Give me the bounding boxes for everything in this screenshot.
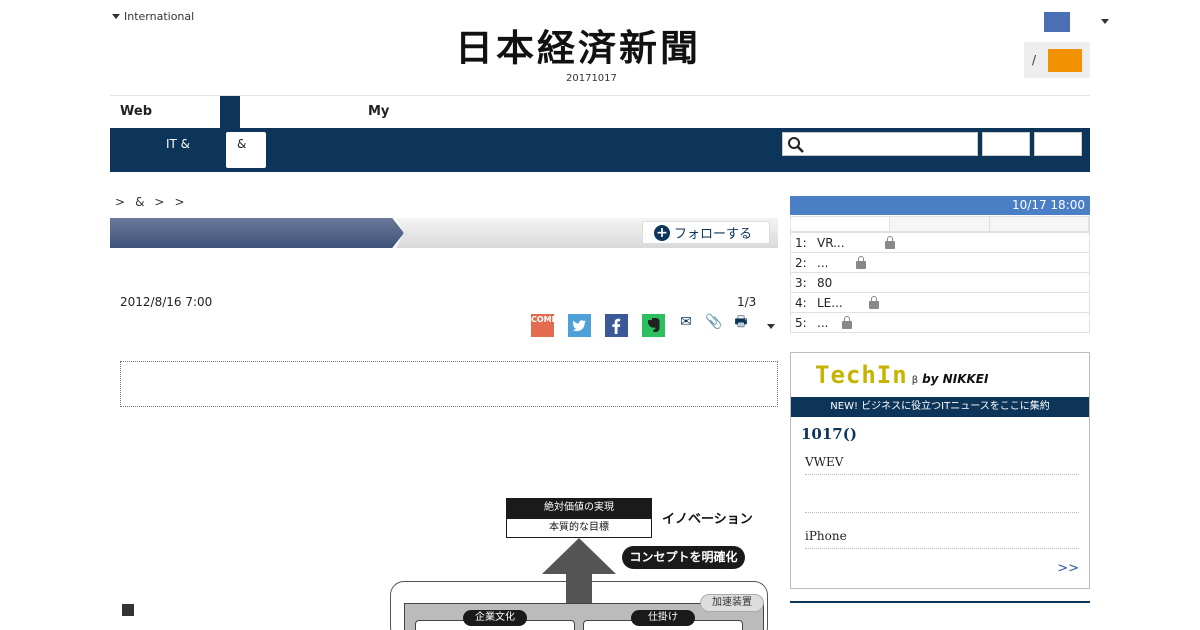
sidebar-divider bbox=[790, 601, 1090, 603]
page-indicator: 1/3 bbox=[737, 295, 757, 309]
techin-by-nikkei: by NIKKEI bbox=[922, 372, 989, 386]
issue-date: 20171017 bbox=[566, 73, 617, 84]
lock-icon bbox=[868, 295, 879, 309]
ranking-title: ... bbox=[817, 315, 829, 330]
ranking-tab-3[interactable] bbox=[989, 217, 1089, 231]
ranking-row[interactable]: 3: 80 bbox=[791, 272, 1089, 292]
breadcrumb-item: > bbox=[174, 195, 185, 209]
facebook-icon bbox=[612, 318, 621, 334]
twitter-icon bbox=[572, 320, 586, 332]
ranking-number: 2: bbox=[795, 255, 807, 270]
figure-concept-pill: コンセプトを明確化 bbox=[622, 546, 745, 569]
ranking-number: 3: bbox=[795, 275, 807, 290]
ranking-row[interactable]: 5: ... bbox=[791, 312, 1089, 332]
advanced-search-button[interactable] bbox=[1034, 132, 1082, 156]
breadcrumb: > & > > bbox=[115, 195, 185, 209]
main-nav: IT & & bbox=[110, 128, 1090, 172]
login-separator: / bbox=[1032, 53, 1037, 67]
ranking-title: 80 bbox=[817, 275, 833, 290]
techin-more-link[interactable]: >> bbox=[1057, 561, 1079, 576]
search-input[interactable] bbox=[807, 135, 973, 153]
figure-arrow-up-icon bbox=[542, 538, 616, 574]
techin-beta: β bbox=[911, 375, 919, 386]
nikkei-logo[interactable]: 日本経済新聞 bbox=[455, 29, 747, 67]
header-divider bbox=[110, 95, 1090, 96]
breadcrumb-item[interactable]: & bbox=[135, 195, 144, 209]
ranking-number: 1: bbox=[795, 235, 807, 250]
ranking-title: LE... bbox=[817, 295, 843, 310]
search-box bbox=[782, 132, 978, 156]
follow-label: フォローする bbox=[674, 227, 753, 242]
ranking-tab-2[interactable] bbox=[890, 217, 990, 231]
breadcrumb-item: > bbox=[115, 195, 126, 209]
tab-selected[interactable] bbox=[220, 96, 240, 128]
lock-icon bbox=[884, 235, 895, 249]
techin-item[interactable]: VWEV bbox=[805, 455, 1079, 475]
techin-wordmark: TechIn bbox=[815, 361, 908, 389]
figure-box-essential-goal: 本質的な目標 bbox=[506, 518, 652, 538]
caret-down-icon bbox=[112, 14, 120, 19]
breadcrumb-item: > bbox=[154, 195, 165, 209]
ranking-timestamp: 10/17 18:00 bbox=[1012, 198, 1085, 212]
figure-accelerator-pill: 加速装置 bbox=[700, 594, 764, 612]
nav-item-active-label: & bbox=[237, 137, 247, 151]
plus-icon: + bbox=[654, 224, 670, 241]
follow-button[interactable]: + フォローする bbox=[642, 221, 770, 244]
nav-item-active[interactable]: & bbox=[226, 132, 266, 168]
ranking-number: 4: bbox=[795, 295, 807, 310]
ranking-tabs bbox=[790, 216, 1090, 232]
techin-panel: TechIn β by NIKKEI NEW! ビジネスに役立つITニュースをこ… bbox=[790, 352, 1090, 589]
techin-item[interactable] bbox=[805, 493, 1079, 513]
ranking-row[interactable]: 2: ... bbox=[791, 252, 1089, 272]
comment-share-button[interactable]: COME bbox=[531, 314, 558, 337]
caret-down-icon[interactable] bbox=[1101, 19, 1109, 24]
ranking-tab-1[interactable] bbox=[791, 217, 891, 231]
figure-mechanism-pill: 仕掛け bbox=[631, 610, 695, 626]
ranking-number: 5: bbox=[795, 315, 807, 330]
figure-innovation-label: イノベーション bbox=[662, 512, 753, 527]
techin-logo[interactable]: TechIn β by NIKKEI bbox=[815, 361, 988, 391]
tab-web[interactable]: Web bbox=[120, 104, 152, 119]
techin-title: 1017() bbox=[801, 425, 857, 443]
lock-icon bbox=[856, 255, 867, 269]
publish-date: 2012/8/16 7:00 bbox=[120, 295, 213, 309]
ranking-row[interactable]: 4: LE... bbox=[791, 292, 1089, 312]
article-summary-box bbox=[120, 361, 778, 407]
evernote-share-button[interactable] bbox=[642, 314, 665, 337]
ranking-title: ... bbox=[817, 255, 829, 270]
search-icon bbox=[788, 137, 804, 153]
international-menu[interactable]: International bbox=[112, 10, 194, 23]
international-label: International bbox=[124, 10, 195, 23]
login-box: / bbox=[1024, 42, 1090, 78]
nav-item-it[interactable]: IT & bbox=[166, 137, 190, 151]
ranking-header: 10/17 18:00 bbox=[790, 196, 1090, 215]
mail-icon[interactable]: ✉ bbox=[678, 314, 694, 330]
figure-box-absolute-value: 絶対価値の実現 bbox=[506, 498, 652, 518]
caret-down-icon[interactable] bbox=[767, 324, 775, 329]
ranking-title: VR... bbox=[817, 235, 845, 250]
evernote-icon bbox=[648, 318, 660, 332]
techin-item[interactable]: iPhone bbox=[805, 529, 1079, 549]
lock-icon bbox=[842, 315, 853, 329]
print-icon[interactable]: 🖶 bbox=[733, 314, 749, 330]
section-banner bbox=[110, 218, 404, 248]
search-button[interactable] bbox=[982, 132, 1030, 156]
ranking-list: 1: VR... 2: ... 3: 80 4: LE... 5: ... bbox=[790, 232, 1090, 333]
facebook-share-button[interactable] bbox=[605, 314, 628, 337]
account-button[interactable] bbox=[1044, 12, 1070, 32]
comment-label: COME bbox=[531, 315, 558, 324]
techin-tagline: NEW! ビジネスに役立つITニュースをここに集約 bbox=[791, 397, 1089, 417]
clip-icon[interactable]: 📎 bbox=[705, 314, 722, 330]
bullet-square-icon bbox=[122, 604, 134, 616]
ranking-row[interactable]: 1: VR... bbox=[791, 232, 1089, 252]
login-button[interactable] bbox=[1048, 49, 1082, 72]
tab-my[interactable]: My bbox=[368, 104, 389, 119]
figure-culture-pill: 企業文化 bbox=[463, 610, 527, 626]
twitter-share-button[interactable] bbox=[568, 314, 591, 337]
